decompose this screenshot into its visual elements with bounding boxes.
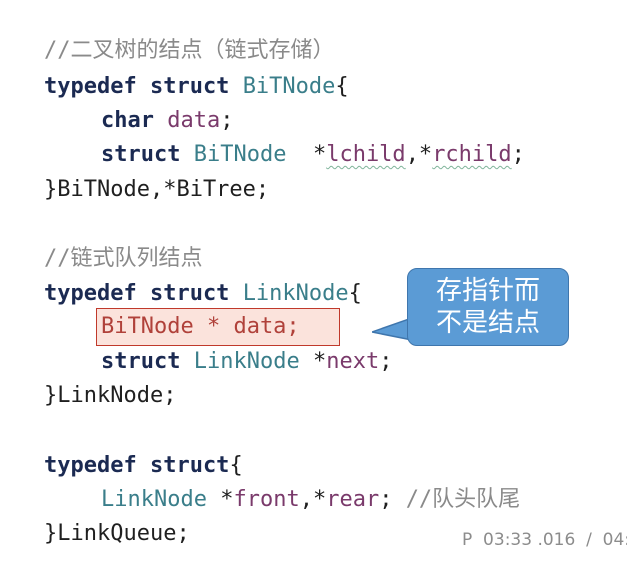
keyword: typedef struct	[44, 74, 230, 99]
variable: data	[167, 108, 221, 133]
punct: ;	[379, 487, 406, 512]
type-name: LinkNode	[242, 281, 349, 306]
punct: ;	[220, 108, 234, 133]
punct: *	[299, 349, 327, 374]
inline-comment: //队头队尾	[405, 487, 521, 512]
code-line-typedef-linknode: typedef struct LinkNode{	[44, 279, 362, 309]
keyword: typedef struct	[44, 281, 230, 306]
variable: rear	[326, 487, 380, 512]
type-name: LinkNode	[193, 349, 300, 374]
type-name: LinkNode	[101, 487, 207, 512]
punct: {	[348, 281, 362, 306]
comment-queue-node: //链式队列结点	[44, 246, 203, 271]
punct: ,*	[299, 487, 327, 512]
punct: {	[229, 453, 243, 478]
code-line-front-rear: LinkNode *front,*rear; //队头队尾	[44, 485, 520, 515]
code-line-typedef-queue: typedef struct{	[44, 451, 243, 481]
variable: rchild	[432, 142, 512, 167]
callout-tail-icon	[372, 318, 412, 341]
punct: ;	[511, 142, 525, 167]
callout-line-2: 不是结点	[435, 308, 540, 338]
variable: front	[233, 487, 300, 512]
punct: ;	[379, 349, 393, 374]
keyword: struct	[101, 142, 181, 167]
code-line-next-pointer: struct LinkNode *next;	[44, 347, 392, 377]
code-line-bitnode-close: }BiTNode,*BiTree;	[44, 177, 270, 202]
punct: ,*	[405, 142, 433, 167]
type-name: BiTNode	[242, 74, 336, 99]
punct: {	[335, 74, 349, 99]
callout-line-1: 存指针而	[435, 276, 540, 306]
variable: lchild	[326, 142, 406, 167]
punct: *	[206, 487, 234, 512]
code-line-linkqueue-close: }LinkQueue;	[44, 521, 190, 546]
keyword: typedef struct	[44, 453, 230, 478]
code-line-char-data: char data;	[44, 106, 233, 136]
keyword: char	[101, 108, 154, 133]
playback-timestamp: P 03:33 .016 / 04:30	[462, 530, 627, 550]
variable: next	[326, 349, 380, 374]
code-line-child-pointers: struct BiTNode *lchild,*rchild;	[44, 140, 525, 170]
type-name: BiTNode	[193, 142, 287, 167]
code-line-bitnode-pointer-data: BiTNode * data;	[101, 314, 300, 339]
code-line-typedef-bitnode: typedef struct BiTNode{	[44, 72, 349, 102]
punct: *	[286, 142, 327, 167]
callout-bubble: 存指针而 不是结点	[407, 268, 569, 346]
keyword: struct	[101, 349, 181, 374]
code-line-linknode-close: }LinkNode;	[44, 383, 177, 408]
comment-binary-tree-node: //二叉树的结点（链式存储）	[44, 38, 335, 63]
